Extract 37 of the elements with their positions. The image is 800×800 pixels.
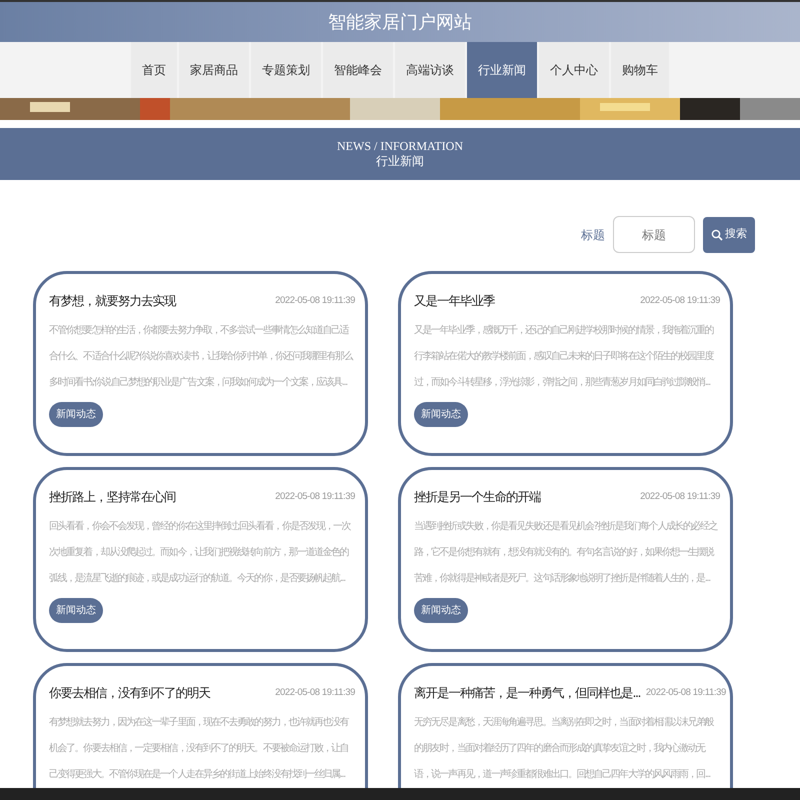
news-title[interactable]: 挫折路上，坚持常在心间 — [49, 488, 176, 507]
search-field[interactable]: 标题 — [613, 216, 695, 253]
news-date: 2022-05-08 19:11:39 — [646, 686, 726, 700]
nav-tab[interactable]: 家居商品 — [179, 42, 249, 98]
category-tag[interactable]: 新闻动态 — [49, 598, 103, 623]
nav-tab[interactable]: 行业新闻 — [467, 42, 537, 98]
nav-tab[interactable]: 智能峰会 — [323, 42, 393, 98]
news-excerpt: 不管你想要怎样的生活，你都要去努力争取，不多尝试一些事情怎么知道自己适合什么、不适合什么呢?你说你喜欢读书，让我给你列书单，你还问我哪里有那么多时间看书;你说自己梦想的职业是广告文案，问我如何成为一个文案，应该具... — [49, 324, 354, 390]
nav-tab[interactable]: 个人中心 — [539, 42, 609, 98]
search-label: 标题 — [581, 226, 605, 244]
nav-tab[interactable]: 专题策划 — [251, 42, 321, 98]
section-subtitle: NEWS / INFORMATION — [337, 139, 463, 154]
search-button[interactable]: 搜索 — [703, 216, 755, 252]
news-date: 2022-05-08 19:11:39 — [275, 490, 355, 504]
news-title[interactable]: 你要去相信，没有到不了的明天 — [49, 684, 210, 703]
news-title[interactable]: 离开是一种痛苦，是一种勇气，但同样也是... — [414, 684, 640, 703]
category-tag[interactable]: 新闻动态 — [414, 402, 468, 427]
news-title[interactable]: 挫折是另一个生命的开端 — [414, 488, 540, 507]
news-excerpt: 有梦想就去努力，因为在这一辈子里面，现在不去勇敢的努力，也许就再也没有机会了。你要去相信，一定要相信，没有到不了的明天。不要被命运打败，让自己变得更强大。不管你现在是一个人走在异乡的街道上始终没有找到一丝归属... — [49, 716, 350, 782]
news-excerpt: 回头看看，你会不会发现，曾经的你在这里摔倒过;回头看看，你是否发现，一次次地重复着，却从没爬起过。而如今，让我们把视线转向前方，那一道道金色的弧线，是流星飞逝的痕迹，或是成功运行的轨道。今天的你，是否要扬帆起航... — [49, 520, 352, 586]
category-tag[interactable]: 新闻动态 — [414, 598, 468, 623]
news-excerpt: 无穷无尽是离愁，天涯海角遍寻思。当离别在即之时，当面对着相濡以沫兄弟般的朋友时，当面对着经历了四年的磨合而形成的真挚友谊之时，我内心激动无语，说一声再见，道一声珍重都很难出口。回想自己四年大学的风风雨雨，回... — [414, 716, 715, 782]
news-title[interactable]: 又是一年毕业季 — [414, 292, 494, 311]
site-title: 智能家居门户网站 — [328, 10, 472, 34]
news-excerpt: 又是一年毕业季，感慨万千，还记的自己刚进学校那时候的情景，我拖着沉重的行李箱站在偌大的教学楼前面，感叹自己未来的日子即将在这个陌生的校园里度过，而如今斗转星移，浮光掠影，弹指之间，那些青葱岁月如同白驹过隙般悄... — [414, 324, 715, 390]
nav-tab[interactable]: 高端访谈 — [395, 42, 465, 98]
nav-tab[interactable]: 购物车 — [611, 42, 669, 98]
search-icon — [711, 228, 723, 240]
news-date: 2022-05-08 19:11:39 — [640, 294, 720, 308]
news-date: 2022-05-08 19:11:39 — [275, 686, 355, 700]
news-excerpt: 当遇到挫折或失败，你是看见失败还是看见机会?挫折是我们每个人成长的必经之路，它不是你想有就有，想没有就没有的。有句名言说的好，如果你想一生摆脱苦难，你就得是神或者是死尸。这句话形象地说明了挫折是伴随着人生的，是... — [414, 520, 719, 586]
section-title: 行业新闻 — [376, 154, 424, 169]
nav-tab[interactable]: 首页 — [131, 42, 177, 98]
category-tag[interactable]: 新闻动态 — [49, 402, 103, 427]
news-date: 2022-05-08 19:11:39 — [275, 294, 355, 308]
news-title[interactable]: 有梦想，就要努力去实现 — [49, 292, 176, 311]
news-date: 2022-05-08 19:11:39 — [640, 490, 720, 504]
